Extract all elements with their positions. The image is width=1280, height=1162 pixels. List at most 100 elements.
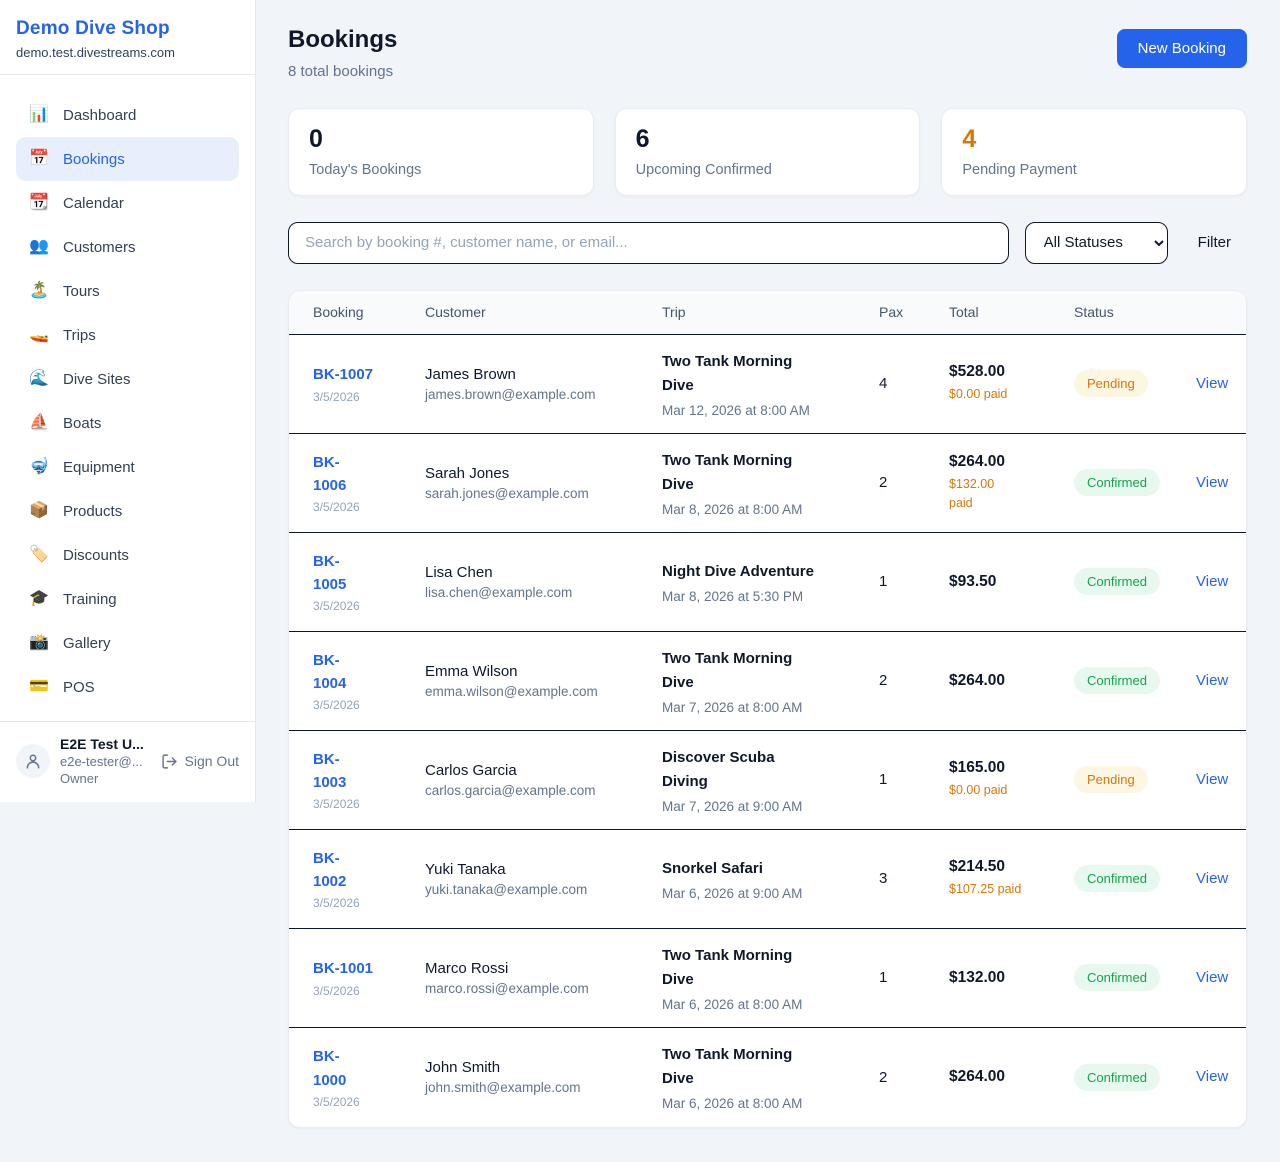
total-amount: $93.50: [949, 573, 1074, 591]
status-badge: Confirmed: [1074, 469, 1160, 496]
trip-name: Night Dive Adventure: [662, 560, 879, 584]
booking-ref-link[interactable]: BK- 1004: [313, 649, 425, 696]
search-input[interactable]: [288, 222, 1009, 264]
view-link[interactable]: View: [1196, 573, 1228, 590]
booking-ref-link[interactable]: BK-1007: [313, 363, 425, 386]
trip-cell: Two Tank Morning Dive Mar 6, 2026 at 8:0…: [662, 1043, 879, 1111]
user-email: e2e-tester@...: [60, 754, 151, 769]
trip-datetime: Mar 7, 2026 at 8:00 AM: [662, 700, 879, 715]
pax-cell: 1: [879, 969, 949, 986]
trip-datetime: Mar 8, 2026 at 5:30 PM: [662, 589, 879, 604]
shop-header: Demo Dive Shop demo.test.divestreams.com: [0, 0, 255, 75]
booking-cell: BK- 1000 3/5/2026: [313, 1045, 425, 1109]
sidebar-item-label: Bookings: [63, 151, 125, 168]
column-header-customer: Customer: [425, 304, 662, 320]
sign-out-button[interactable]: Sign Out: [161, 753, 241, 770]
table-row: BK- 1004 3/5/2026 Emma Wilson emma.wilso…: [289, 632, 1246, 731]
customer-email: sarah.jones@example.com: [425, 486, 662, 501]
booking-date: 3/5/2026: [313, 797, 425, 811]
trip-name: Two Tank Morning Dive: [662, 449, 879, 497]
sidebar-item-pos[interactable]: 💳 POS: [16, 665, 239, 709]
sidebar-item-calendar[interactable]: 📆 Calendar: [16, 181, 239, 225]
sidebar-item-label: Products: [63, 503, 122, 520]
status-select[interactable]: All Statuses: [1025, 222, 1168, 264]
stat-label: Today's Bookings: [309, 162, 573, 178]
trip-datetime: Mar 6, 2026 at 8:00 AM: [662, 997, 879, 1012]
trip-datetime: Mar 6, 2026 at 8:00 AM: [662, 1096, 879, 1111]
trip-name: Two Tank Morning Dive: [662, 944, 879, 992]
actions-cell: View: [1196, 474, 1230, 492]
sidebar-item-equipment[interactable]: 🤿 Equipment: [16, 445, 239, 489]
sidebar-item-training[interactable]: 🎓 Training: [16, 577, 239, 621]
total-amount: $264.00: [949, 1068, 1074, 1086]
booking-ref-link[interactable]: BK- 1002: [313, 847, 425, 894]
actions-cell: View: [1196, 870, 1230, 888]
table-row: BK-1001 3/5/2026 Marco Rossi marco.rossi…: [289, 929, 1246, 1028]
sidebar-item-tours[interactable]: 🏝️ Tours: [16, 269, 239, 313]
pax-cell: 1: [879, 573, 949, 590]
booking-cell: BK- 1003 3/5/2026: [313, 748, 425, 812]
stat-label: Pending Payment: [962, 162, 1226, 178]
table-row: BK- 1005 3/5/2026 Lisa Chen lisa.chen@ex…: [289, 533, 1246, 632]
view-link[interactable]: View: [1196, 870, 1228, 887]
customer-cell: James Brown james.brown@example.com: [425, 366, 662, 402]
new-booking-button[interactable]: New Booking: [1117, 29, 1247, 68]
trip-cell: Two Tank Morning Dive Mar 7, 2026 at 8:0…: [662, 647, 879, 715]
credit-card-icon: 💳: [28, 679, 50, 695]
view-link[interactable]: View: [1196, 969, 1228, 986]
sidebar-item-dashboard[interactable]: 📊 Dashboard: [16, 93, 239, 137]
booking-date: 3/5/2026: [313, 390, 425, 404]
stat-card: 0 Today's Bookings: [288, 108, 594, 196]
sidebar-item-trips[interactable]: 🚤 Trips: [16, 313, 239, 357]
paid-amount: $132.00 paid: [949, 475, 1074, 513]
customer-name: Carlos Garcia: [425, 762, 662, 779]
pax-cell: 3: [879, 870, 949, 887]
booking-date: 3/5/2026: [313, 984, 425, 998]
sidebar-item-customers[interactable]: 👥 Customers: [16, 225, 239, 269]
tear-off-calendar-icon: 📆: [28, 195, 50, 211]
stat-value: 0: [309, 126, 573, 154]
page-header: Bookings 8 total bookings New Booking: [288, 26, 1247, 80]
total-amount: $165.00: [949, 759, 1074, 777]
stat-value: 6: [636, 126, 900, 154]
column-header-booking: Booking: [313, 304, 425, 320]
sidebar-item-products[interactable]: 📦 Products: [16, 489, 239, 533]
sidebar-item-bookings[interactable]: 📅 Bookings: [16, 137, 239, 181]
customer-cell: Emma Wilson emma.wilson@example.com: [425, 663, 662, 699]
view-link[interactable]: View: [1196, 474, 1228, 491]
view-link[interactable]: View: [1196, 672, 1228, 689]
filter-button[interactable]: Filter: [1184, 234, 1247, 251]
booking-ref-link[interactable]: BK- 1005: [313, 550, 425, 597]
view-link[interactable]: View: [1196, 375, 1228, 392]
booking-ref-link[interactable]: BK- 1006: [313, 451, 425, 498]
booking-date: 3/5/2026: [313, 599, 425, 613]
sidebar-item-dive-sites[interactable]: 🌊 Dive Sites: [16, 357, 239, 401]
booking-ref-link[interactable]: BK- 1003: [313, 748, 425, 795]
filter-row: All Statuses Filter: [288, 222, 1247, 264]
sidebar-item-discounts[interactable]: 🏷️ Discounts: [16, 533, 239, 577]
booking-ref-link[interactable]: BK- 1000: [313, 1045, 425, 1092]
view-link[interactable]: View: [1196, 1068, 1228, 1085]
trip-cell: Two Tank Morning Dive Mar 6, 2026 at 8:0…: [662, 944, 879, 1012]
view-link[interactable]: View: [1196, 771, 1228, 788]
wave-icon: 🌊: [28, 371, 50, 387]
customer-cell: Sarah Jones sarah.jones@example.com: [425, 465, 662, 501]
trip-cell: Snorkel Safari Mar 6, 2026 at 9:00 AM: [662, 857, 879, 901]
total-amount: $132.00: [949, 969, 1074, 987]
sidebar-item-boats[interactable]: ⛵ Boats: [16, 401, 239, 445]
booking-ref-link[interactable]: BK-1001: [313, 957, 425, 980]
booking-date: 3/5/2026: [313, 896, 425, 910]
stat-value: 4: [962, 126, 1226, 154]
status-cell: Confirmed: [1074, 469, 1196, 496]
status-cell: Confirmed: [1074, 865, 1196, 892]
paid-amount: $0.00 paid: [949, 385, 1074, 404]
status-cell: Confirmed: [1074, 667, 1196, 694]
customer-cell: Yuki Tanaka yuki.tanaka@example.com: [425, 861, 662, 897]
sidebar-nav: 📊 Dashboard 📅 Bookings 📆 Calendar 👥 Cust…: [0, 75, 255, 721]
customer-email: john.smith@example.com: [425, 1080, 662, 1095]
stats-row: 0 Today's Bookings 6 Upcoming Confirmed …: [288, 108, 1247, 196]
status-badge: Pending: [1074, 766, 1148, 793]
sidebar-item-gallery[interactable]: 📸 Gallery: [16, 621, 239, 665]
sign-out-label: Sign Out: [185, 753, 239, 769]
sidebar-item-label: Discounts: [63, 547, 129, 564]
